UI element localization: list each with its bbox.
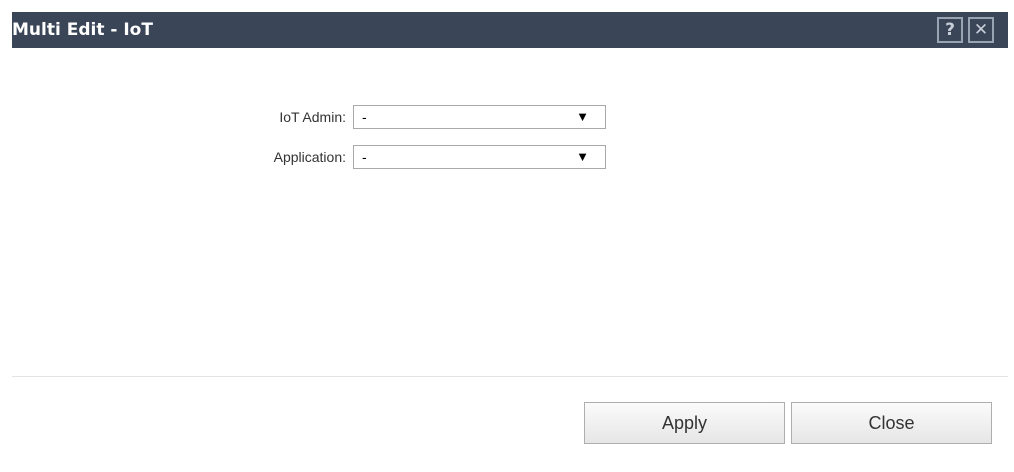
- footer-divider: [12, 376, 1008, 377]
- application-label: Application:: [273, 149, 346, 165]
- dialog-titlebar: Multi Edit - IoT ? ✕: [12, 12, 1008, 48]
- dropdown-arrow-icon: ▼: [576, 109, 589, 124]
- help-icon[interactable]: ?: [937, 17, 963, 43]
- iot-admin-select[interactable]: - ▼: [353, 105, 606, 129]
- multi-edit-dialog: Multi Edit - IoT ? ✕ IoT Admin: - ▼ Appl…: [0, 0, 1014, 472]
- application-row: Application: - ▼: [0, 145, 1014, 169]
- iot-admin-value: -: [362, 109, 367, 125]
- apply-button[interactable]: Apply: [584, 402, 785, 444]
- dropdown-arrow-icon: ▼: [576, 149, 589, 164]
- iot-admin-label: IoT Admin:: [279, 109, 346, 125]
- dialog-title: Multi Edit - IoT: [12, 20, 153, 40]
- close-icon[interactable]: ✕: [968, 17, 994, 43]
- application-value: -: [362, 149, 367, 165]
- iot-admin-row: IoT Admin: - ▼: [0, 105, 1014, 129]
- application-select[interactable]: - ▼: [353, 145, 606, 169]
- close-button[interactable]: Close: [791, 402, 992, 444]
